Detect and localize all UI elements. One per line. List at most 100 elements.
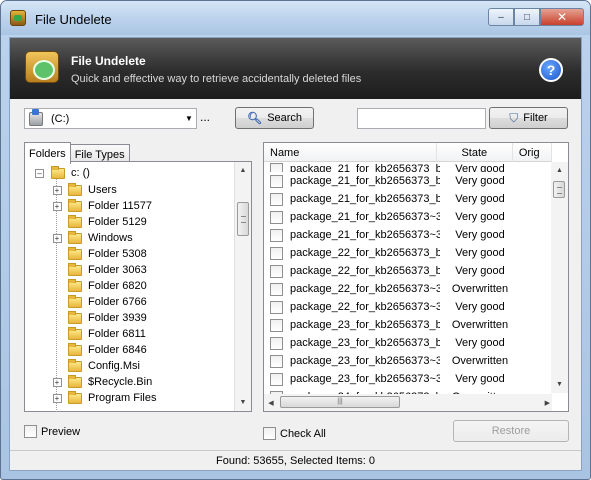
tree-item[interactable]: Config.Msi — [49, 358, 156, 374]
list-item[interactable]: package_23_for_kb2656373_b Overwritten — [264, 316, 552, 334]
tree-item[interactable]: + Windows — [49, 230, 156, 246]
tree-item[interactable]: Folder 6766 — [49, 294, 156, 310]
scroll-right-icon[interactable]: ▶ — [545, 399, 550, 407]
close-icon: ✕ — [556, 10, 568, 24]
row-checkbox[interactable] — [270, 282, 283, 296]
scroll-left-icon[interactable]: ◀ — [264, 399, 278, 407]
close-button[interactable]: ✕ — [540, 8, 584, 26]
row-checkbox[interactable] — [270, 318, 283, 332]
row-state: Very good — [455, 229, 505, 241]
maximize-icon: □ — [523, 11, 531, 23]
expand-icon[interactable]: + — [52, 393, 62, 403]
folder-tree[interactable]: – c: () + Users + Folder 11577 Folder 5129… — [24, 161, 252, 412]
tree-item[interactable]: + Program Files — [49, 390, 156, 406]
row-checkbox[interactable] — [270, 210, 283, 224]
list-item[interactable]: package_23_for_kb2656373~3 Overwritten — [264, 352, 552, 370]
row-state: Very good — [455, 373, 505, 385]
tree-item[interactable]: Folder 5129 — [49, 214, 156, 230]
list-item[interactable]: package_22_for_kb2656373~3 Very good — [264, 298, 552, 316]
list-item[interactable]: package_22_for_kb2656373_b Very good — [264, 262, 552, 280]
expand-icon[interactable]: + — [52, 185, 62, 195]
row-name: package_22_for_kb2656373~3 — [290, 301, 440, 313]
filter-input[interactable] — [357, 108, 486, 129]
help-icon[interactable]: ? — [539, 58, 563, 82]
row-name: package_21_for_kb2656373_b — [290, 163, 440, 172]
row-checkbox[interactable] — [270, 264, 283, 278]
column-state[interactable]: State — [437, 143, 513, 162]
row-checkbox[interactable] — [270, 192, 283, 206]
tab-folders[interactable]: Folders — [24, 142, 71, 164]
open-folder-icon — [51, 165, 65, 179]
list-item[interactable]: package_21_for_kb2656373_b Very good — [264, 172, 552, 190]
tree-item[interactable]: + $Recycle.Bin — [49, 374, 156, 390]
maximize-button[interactable]: □ — [514, 8, 540, 26]
row-checkbox[interactable] — [270, 300, 283, 314]
drive-select[interactable]: (C:) ▼ — [24, 108, 197, 129]
tree-item[interactable]: Folder 5308 — [49, 246, 156, 262]
list-item[interactable]: package_23_for_kb2656373~3 Very good — [264, 370, 552, 388]
tree-scrollbar[interactable]: ▲ ▼ — [234, 162, 251, 411]
check-all-checkbox[interactable] — [263, 427, 276, 440]
tree-item-label: Folder 3939 — [88, 312, 147, 324]
preview-checkbox[interactable] — [24, 425, 37, 438]
preview-checkbox-row[interactable]: Preview — [24, 425, 80, 438]
search-button[interactable]: 🔍︎ Search — [235, 107, 314, 129]
tree-item[interactable]: Folder 6846 — [49, 342, 156, 358]
scroll-thumb[interactable] — [553, 181, 565, 198]
list-item[interactable]: package_21_for_kb2656373_b Very good — [264, 190, 552, 208]
check-all-row[interactable]: Check All — [263, 427, 326, 440]
row-checkbox[interactable] — [270, 163, 283, 172]
folder-icon — [68, 262, 82, 276]
row-state: Very good — [455, 265, 505, 277]
list-horizontal-scrollbar[interactable]: ◀ ||| ▶ — [264, 394, 552, 411]
scroll-thumb[interactable] — [237, 202, 249, 236]
list-item[interactable]: package_21_for_kb2656373_b Very good — [264, 162, 552, 172]
column-name[interactable]: Name — [264, 143, 437, 162]
scroll-down-icon[interactable]: ▼ — [551, 376, 568, 393]
browse-button[interactable]: ... — [200, 110, 216, 124]
scroll-down-icon[interactable]: ▼ — [235, 394, 251, 411]
row-state: Overwritten — [451, 319, 509, 331]
row-checkbox[interactable] — [270, 354, 283, 368]
client-area: File Undelete Quick and effective way to… — [9, 37, 582, 471]
minimize-button[interactable]: – — [488, 8, 514, 26]
row-name: package_23_for_kb2656373~3 — [290, 373, 440, 385]
folder-icon — [68, 182, 82, 196]
tree-item[interactable]: Folder 3939 — [49, 310, 156, 326]
collapse-icon[interactable]: – — [35, 168, 44, 178]
list-vertical-scrollbar[interactable]: ▲ ▼ — [551, 162, 568, 393]
tree-root[interactable]: – c: () — [35, 165, 90, 180]
list-item[interactable]: package_23_for_kb2656373_b Very good — [264, 334, 552, 352]
tree-item-label: Program Files — [88, 392, 157, 404]
scroll-up-icon[interactable]: ▲ — [235, 162, 251, 179]
row-checkbox[interactable] — [270, 336, 283, 350]
expand-icon[interactable]: + — [52, 233, 62, 243]
tree-item-label: Folder 6811 — [88, 328, 146, 340]
list-item[interactable]: package_22_for_kb2656373~3 Overwritten — [264, 280, 552, 298]
row-checkbox[interactable] — [270, 372, 283, 386]
restore-button[interactable]: Restore — [453, 420, 569, 442]
tree-item[interactable]: Folder 6820 — [49, 278, 156, 294]
list-item[interactable]: package_21_for_kb2656373~3 Very good — [264, 226, 552, 244]
row-name: package_21_for_kb2656373~3 — [290, 211, 440, 223]
tree-item[interactable]: + Folder 11577 — [49, 198, 156, 214]
list-item[interactable]: package_22_for_kb2656373_b Very good — [264, 244, 552, 262]
tree-item-label: Windows — [88, 232, 133, 244]
column-original[interactable]: Orig — [513, 143, 552, 162]
tree-item[interactable]: Folder 3063 — [49, 262, 156, 278]
scroll-up-icon[interactable]: ▲ — [551, 162, 568, 179]
row-checkbox[interactable] — [270, 174, 283, 188]
expand-icon[interactable]: + — [52, 201, 62, 211]
expand-icon[interactable]: + — [52, 377, 62, 387]
tree-item[interactable]: Folder 6811 — [49, 326, 156, 342]
scroll-thumb[interactable]: ||| — [280, 396, 400, 408]
filter-button[interactable]: ⛉ Filter — [489, 107, 568, 129]
list-item[interactable]: package_21_for_kb2656373~3 Very good — [264, 208, 552, 226]
chevron-down-icon: ▼ — [185, 114, 193, 123]
row-checkbox[interactable] — [270, 246, 283, 260]
tree-item[interactable]: + Users — [49, 182, 156, 198]
window-title: File Undelete — [35, 12, 112, 27]
check-all-label: Check All — [280, 427, 326, 440]
title-bar[interactable]: File Undelete – □ ✕ — [1, 1, 590, 35]
row-checkbox[interactable] — [270, 228, 283, 242]
